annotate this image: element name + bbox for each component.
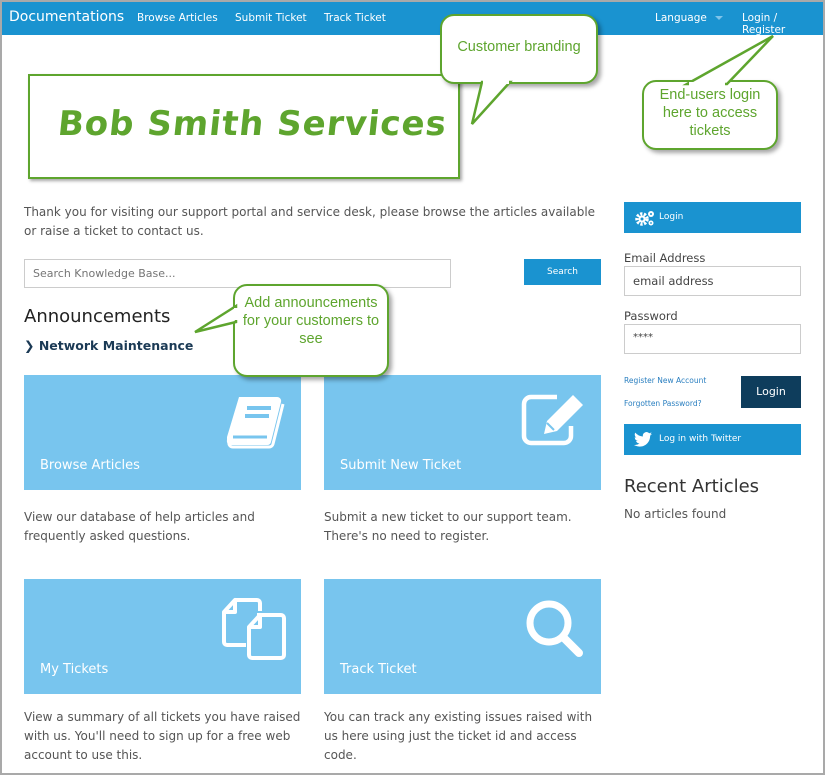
tile-label: My Tickets — [40, 662, 109, 677]
language-label: Language — [655, 12, 707, 24]
callout-login: End-users login here to access tickets — [642, 80, 778, 150]
login-panel-title: Login — [659, 212, 684, 222]
twitter-button-label: Log in with Twitter — [659, 434, 742, 444]
tile-description: You can track any existing issues raised… — [324, 710, 593, 762]
email-field[interactable]: email address — [624, 266, 801, 296]
tile-label: Browse Articles — [40, 458, 140, 473]
recent-articles-title: Recent Articles — [624, 476, 760, 497]
nav-browse-articles[interactable]: Browse Articles — [137, 12, 218, 24]
nav-track-ticket[interactable]: Track Ticket — [324, 12, 386, 24]
announcement-label: Network Maintenance — [38, 338, 194, 353]
copy-icon — [222, 598, 286, 660]
caret-down-icon — [714, 16, 723, 20]
twitter-icon — [634, 432, 652, 447]
password-field[interactable]: **** — [624, 324, 801, 354]
email-label: Email Address — [624, 251, 706, 265]
search-icon — [526, 600, 583, 657]
tile-description: Submit a new ticket to our support team.… — [324, 510, 572, 543]
callout-announcements: Add announcements for your customers to … — [233, 284, 389, 377]
login-register-link[interactable]: Login / Register — [742, 12, 823, 36]
recent-articles-empty: No articles found — [624, 507, 727, 521]
intro-text: Thank you for visiting our support porta… — [24, 205, 596, 238]
announcement-item[interactable]: ❯ Network Maintenance — [24, 338, 193, 353]
tile-track-ticket[interactable]: Track Ticket — [324, 579, 601, 694]
callout-customer-branding: Customer branding — [440, 14, 598, 84]
logo-text: Bob Smith Services — [55, 104, 450, 144]
tile-description: View our database of help articles and f… — [24, 510, 255, 543]
brand-link[interactable]: Documentations — [9, 9, 124, 25]
gears-icon — [635, 211, 654, 226]
login-panel-header: Login — [624, 202, 801, 233]
chevron-right-icon: ❯ — [24, 338, 35, 353]
search-input[interactable] — [24, 259, 451, 288]
login-button[interactable]: Login — [741, 376, 801, 408]
tile-description: View a summary of all tickets you have r… — [24, 710, 301, 762]
announcements-title: Announcements — [24, 306, 171, 327]
callout-text: Add announcements for your customers to … — [242, 295, 380, 347]
tile-label: Submit New Ticket — [340, 458, 462, 473]
tile-my-tickets[interactable]: My Tickets — [24, 579, 301, 694]
tile-submit-new-ticket[interactable]: Submit New Ticket — [324, 375, 601, 490]
register-account-link[interactable]: Register New Account — [624, 376, 706, 385]
callout-tail — [194, 303, 238, 334]
edit-icon — [521, 394, 583, 446]
customer-logo: Bob Smith Services — [28, 74, 460, 179]
page-frame: Documentations Browse Articles Submit Ti… — [2, 2, 823, 773]
callout-text: End-users login here to access tickets — [659, 87, 761, 139]
search-button[interactable]: Search — [524, 259, 601, 285]
tile-browse-articles[interactable]: Browse Articles — [24, 375, 301, 490]
nav-submit-ticket[interactable]: Submit Ticket — [235, 12, 307, 24]
password-label: Password — [624, 309, 678, 323]
language-dropdown[interactable]: Language — [655, 12, 723, 24]
book-icon — [226, 396, 285, 449]
forgot-password-link[interactable]: Forgotten Password? — [624, 399, 702, 408]
callout-tail — [470, 80, 513, 125]
tile-label: Track Ticket — [340, 662, 417, 677]
top-navbar: Documentations Browse Articles Submit Ti… — [2, 2, 823, 36]
callout-text: Customer branding — [457, 39, 581, 55]
callout-tail — [682, 34, 774, 86]
twitter-login-button[interactable]: Log in with Twitter — [624, 424, 801, 455]
